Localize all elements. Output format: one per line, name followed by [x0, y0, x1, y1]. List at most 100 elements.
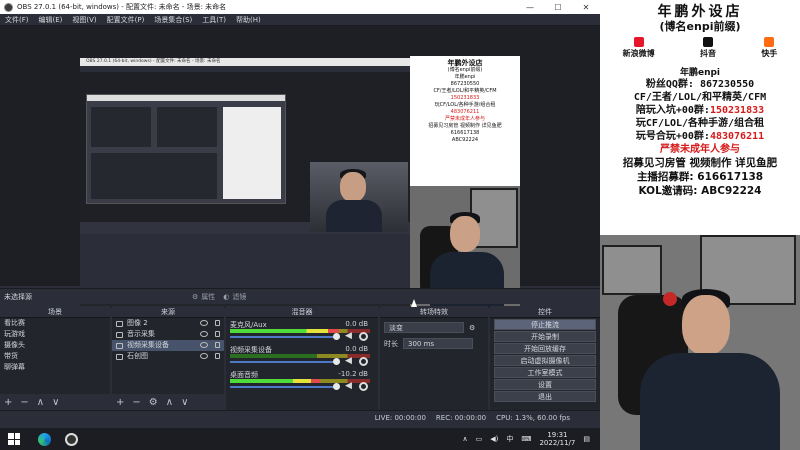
- keyboard-icon[interactable]: ⌨: [521, 435, 531, 443]
- preview-area[interactable]: OBS 27.0.1 (64-bit, windows) - 配置文件: 未命名…: [0, 26, 600, 308]
- windows-start-icon[interactable]: [8, 433, 20, 445]
- minimize-button[interactable]: —: [516, 3, 544, 12]
- settings-button[interactable]: 设置: [494, 379, 596, 390]
- obs-taskbar-icon[interactable]: [65, 432, 78, 446]
- minor-warning: 严禁未成年人参与: [660, 144, 740, 155]
- menu-edit[interactable]: 编辑(E): [34, 15, 68, 25]
- lock-icon[interactable]: [215, 320, 220, 326]
- start-recording-button[interactable]: 开始录制: [494, 331, 596, 342]
- preview-poster: 年鹏外设店 (博名enpi前缀) 年鹏enpi 867230550 CF/王者/…: [410, 56, 520, 186]
- studio-mode-button[interactable]: 工作室模式: [494, 367, 596, 378]
- image-icon: [116, 320, 123, 327]
- eye-icon[interactable]: [200, 342, 208, 348]
- nested-camera: [310, 162, 408, 232]
- stream-overlay: 年鹏外设店 (博名enpi前缀) 新浪微博 抖音 快手 年鹏enpi 粉丝QQ群…: [600, 0, 800, 450]
- menu-tools[interactable]: 工具(T): [197, 15, 231, 25]
- add-scene-button[interactable]: +: [4, 397, 12, 408]
- menu-profile[interactable]: 配置文件(P): [102, 15, 150, 25]
- ime-indicator[interactable]: 中: [506, 434, 513, 444]
- system-tray: ∧ ▭ ◀) 中 ⌨ 19:31 2022/11/7 ▤: [462, 431, 600, 447]
- filters-button[interactable]: ◐ 滤镜: [223, 292, 246, 302]
- recruit-line: 招募见习房管 视频制作 详见鱼肥: [622, 157, 778, 169]
- network-icon[interactable]: ▭: [476, 435, 483, 443]
- rec-status: REC: 00:00:00: [435, 413, 487, 422]
- remove-source-button[interactable]: −: [132, 397, 140, 408]
- games-line: CF/王者/LOL/和平精英/CFM: [633, 92, 767, 103]
- mixer-channel: 视频采集设备 0.0 dB ◀: [230, 345, 370, 366]
- volume-knob[interactable]: [333, 333, 340, 340]
- mouse-cursor-icon: [411, 299, 417, 307]
- menu-scene-collection[interactable]: 场景集合(S): [149, 15, 197, 25]
- scene-item[interactable]: 摄像头: [0, 340, 110, 351]
- move-down-icon[interactable]: ∨: [52, 397, 59, 408]
- gear-icon[interactable]: [359, 332, 368, 341]
- gear-icon[interactable]: [359, 382, 368, 391]
- eye-icon[interactable]: [200, 331, 208, 337]
- menu-view[interactable]: 视图(V): [67, 15, 101, 25]
- remove-scene-button[interactable]: −: [20, 397, 28, 408]
- poster-subtitle: (博名enpi前缀): [659, 20, 741, 33]
- volume-slider[interactable]: [230, 358, 340, 365]
- eye-icon[interactable]: [200, 353, 208, 359]
- exit-button[interactable]: 退出: [494, 391, 596, 402]
- source-item[interactable]: 音示采集: [112, 329, 224, 340]
- eye-icon[interactable]: [200, 320, 208, 326]
- speaker-icon[interactable]: ◀: [345, 332, 354, 341]
- kuaishou: 快手: [761, 37, 777, 59]
- mixer-channel: 麦克风/Aux 0.0 dB ◀: [230, 320, 370, 341]
- gear-icon[interactable]: [359, 357, 368, 366]
- nested-preview-2: [86, 94, 286, 204]
- stop-streaming-button[interactable]: 停止推流: [494, 319, 596, 330]
- move-up-icon[interactable]: ∧: [37, 397, 44, 408]
- gear-icon: ⚙: [192, 292, 199, 301]
- volume-knob[interactable]: [333, 358, 340, 365]
- audio-mixer: 麦克风/Aux 0.0 dB ◀ 视频采集设备 0.0 dB ◀ 桌面音频 -1…: [226, 318, 378, 410]
- volume-slider[interactable]: [230, 383, 340, 390]
- lock-icon[interactable]: [215, 331, 220, 337]
- controls-dock-title: 控件: [490, 306, 600, 318]
- windows-taskbar: ∧ ▭ ◀) 中 ⌨ 19:31 2022/11/7 ▤: [0, 428, 600, 450]
- scene-item[interactable]: 带货: [0, 351, 110, 362]
- streamer-nick: 年鹏enpi: [679, 68, 721, 78]
- transition-select[interactable]: 淡变: [384, 322, 464, 333]
- virtual-camera-button[interactable]: 启动虚拟摄像机: [494, 355, 596, 366]
- scenes-dock-title: 场景: [0, 306, 110, 318]
- scene-item[interactable]: 玩游戏: [0, 329, 110, 340]
- gear-icon[interactable]: ⚙: [469, 324, 475, 332]
- volume-slider[interactable]: [230, 333, 340, 340]
- lock-icon[interactable]: [215, 353, 220, 359]
- edge-icon[interactable]: [38, 432, 51, 446]
- scene-item[interactable]: 聊弹幕: [0, 362, 110, 373]
- move-down-icon[interactable]: ∨: [181, 397, 188, 408]
- controls-panel: 停止推流 开始录制 开始回放缓存 启动虚拟摄像机 工作室模式 设置 退出: [490, 318, 600, 410]
- source-item[interactable]: 石创图: [112, 351, 224, 362]
- menu-help[interactable]: 帮助(H): [231, 15, 266, 25]
- add-source-button[interactable]: +: [116, 397, 124, 408]
- notification-icon[interactable]: ▤: [583, 435, 590, 443]
- gear-icon[interactable]: ⚙: [149, 397, 158, 408]
- clock[interactable]: 19:31 2022/11/7: [539, 431, 575, 447]
- lock-icon[interactable]: [215, 342, 220, 348]
- speaker-icon[interactable]: ◀: [345, 382, 354, 391]
- nested-preview: [80, 72, 410, 232]
- source-item-selected[interactable]: 视频采集设备: [112, 340, 224, 351]
- preview-canvas: OBS 27.0.1 (64-bit, windows) - 配置文件: 未命名…: [80, 58, 410, 308]
- speaker-icon[interactable]: ◀: [345, 357, 354, 366]
- camera-icon: [116, 342, 123, 349]
- scene-item[interactable]: 看比赛: [0, 318, 110, 329]
- maximize-button[interactable]: ☐: [544, 3, 572, 12]
- move-up-icon[interactable]: ∧: [166, 397, 173, 408]
- obs-logo-icon: [4, 2, 13, 12]
- toy-figure: [663, 292, 677, 306]
- source-item[interactable]: 图像 2: [112, 318, 224, 329]
- close-button[interactable]: ✕: [572, 3, 600, 12]
- chevron-up-icon[interactable]: ∧: [462, 435, 467, 443]
- properties-button[interactable]: ⚙ 属性: [192, 292, 215, 302]
- duration-input[interactable]: 300 ms: [403, 338, 473, 349]
- group-line: 玩号合玩+00群:483076211: [635, 131, 765, 142]
- volume-icon[interactable]: ◀): [490, 435, 498, 443]
- volume-knob[interactable]: [333, 383, 340, 390]
- menu-file[interactable]: 文件(F): [0, 15, 34, 25]
- meter-fill: [230, 329, 340, 333]
- replay-buffer-button[interactable]: 开始回放缓存: [494, 343, 596, 354]
